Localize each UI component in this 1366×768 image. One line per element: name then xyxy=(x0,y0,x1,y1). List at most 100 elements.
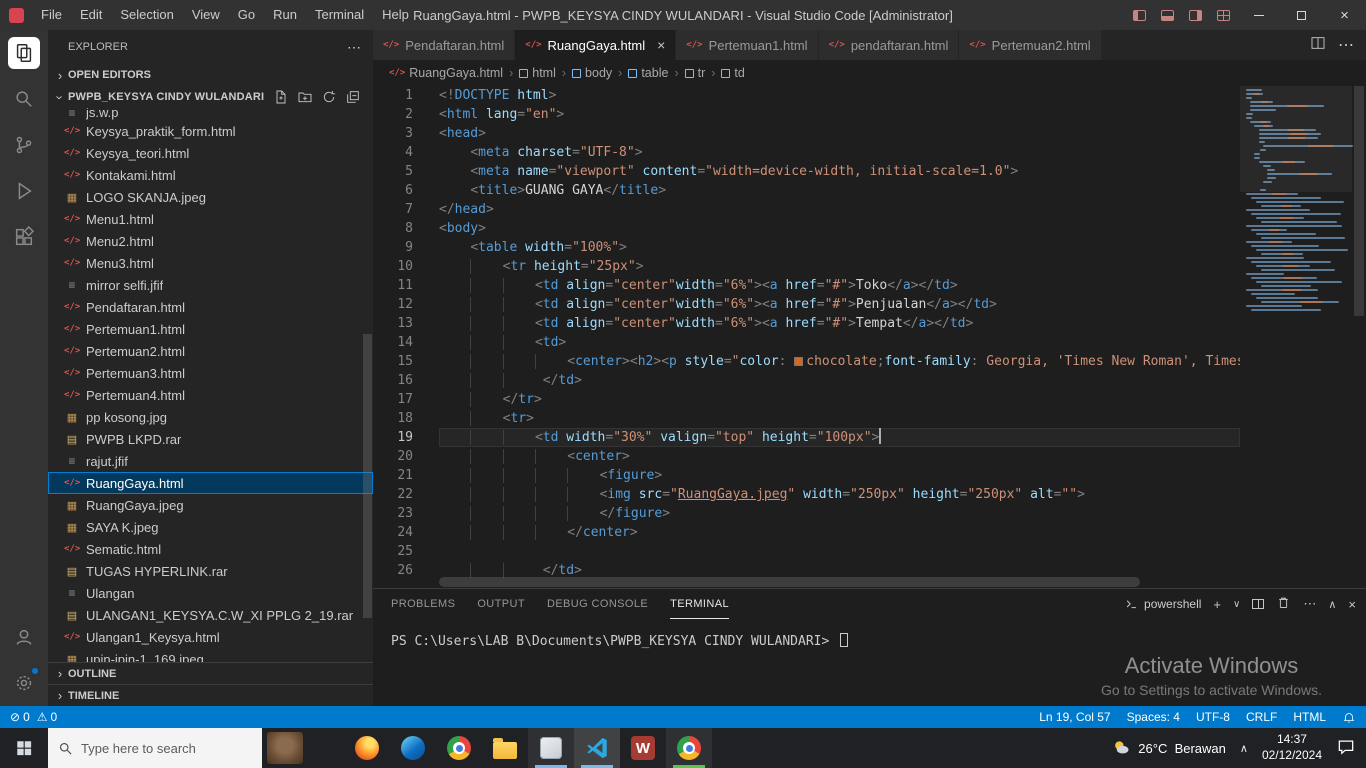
file-item[interactable]: ▦ upin-ipin-1_169.jpeg xyxy=(48,648,373,663)
activity-accounts-icon[interactable] xyxy=(0,614,48,660)
menu-file[interactable]: File xyxy=(32,0,71,30)
file-item[interactable]: </> Menu1.html xyxy=(48,208,373,230)
file-item[interactable]: ▦ SAYA K.jpeg xyxy=(48,516,373,538)
menu-selection[interactable]: Selection xyxy=(111,0,182,30)
close-button[interactable]: × xyxy=(1323,0,1366,30)
timeline-section[interactable]: › TIMELINE xyxy=(48,684,373,706)
problems-status[interactable]: ⊘ 0 ⚠ 0 xyxy=(10,710,57,724)
editor-tab[interactable]: </> RuangGaya.html × xyxy=(515,30,677,60)
taskbar-search[interactable] xyxy=(48,728,262,768)
file-item[interactable]: </> Pertemuan1.html xyxy=(48,318,373,340)
folder-header[interactable]: › PWPB_KEYSYA CINDY WULANDARI xyxy=(48,86,373,108)
editor-more-actions-icon[interactable]: ⋯ xyxy=(1338,35,1354,55)
encoding[interactable]: UTF-8 xyxy=(1196,710,1230,724)
file-item[interactable]: </> Menu2.html xyxy=(48,230,373,252)
panel-more-actions-icon[interactable]: ⋯ xyxy=(1303,596,1316,612)
file-item[interactable]: </> Pertemuan2.html xyxy=(48,340,373,362)
cursor-position[interactable]: Ln 19, Col 57 xyxy=(1039,710,1110,724)
minimize-button[interactable] xyxy=(1237,0,1280,30)
sidebar-scrollbar[interactable] xyxy=(363,334,372,619)
menu-edit[interactable]: Edit xyxy=(71,0,111,30)
menu-go[interactable]: Go xyxy=(229,0,264,30)
shell-selector[interactable]: powershell xyxy=(1124,597,1201,612)
minimap[interactable] xyxy=(1240,86,1353,588)
file-item[interactable]: ≡ mirror selfi.jfif xyxy=(48,274,373,296)
new-folder-icon[interactable] xyxy=(297,89,313,105)
eol-sequence[interactable]: CRLF xyxy=(1246,710,1277,724)
weather-widget[interactable]: 26°C Berawan xyxy=(1111,738,1226,758)
hidden-icons-chevron[interactable]: ∧ xyxy=(1240,742,1248,755)
breadcrumb-item[interactable]: </> RuangGaya.html xyxy=(389,66,503,80)
kill-terminal-icon[interactable] xyxy=(1276,595,1291,613)
chrome-icon[interactable] xyxy=(666,728,712,768)
terminal-dropdown-icon[interactable]: ∨ xyxy=(1233,599,1240,610)
panel-tab-debug-console[interactable]: DEBUG CONSOLE xyxy=(547,589,648,619)
file-item[interactable]: ▤ TUGAS HYPERLINK.rar xyxy=(48,560,373,582)
photos-icon[interactable] xyxy=(528,728,574,768)
notifications-bell-icon[interactable] xyxy=(1342,710,1356,725)
file-item[interactable]: </> RuangGaya.html xyxy=(48,472,373,494)
file-item[interactable]: ≡ Ulangan xyxy=(48,582,373,604)
breadcrumb-item[interactable]: td xyxy=(721,66,745,80)
file-item[interactable]: ≡ rajut.jfif xyxy=(48,450,373,472)
file-item[interactable]: </> Ulangan1_Keysya.html xyxy=(48,626,373,648)
editor-tab[interactable]: </> Pertemuan1.html xyxy=(676,30,819,60)
file-item[interactable]: </> Keysya_teori.html xyxy=(48,142,373,164)
editor-tab[interactable]: </> pendaftaran.html xyxy=(818,30,960,60)
code-lines[interactable]: <!DOCTYPE html> <html lang="en"> <head> <m… xyxy=(439,86,1240,588)
panel-tab-output[interactable]: OUTPUT xyxy=(477,589,525,619)
menu-help[interactable]: Help xyxy=(373,0,418,30)
menu-run[interactable]: Run xyxy=(264,0,306,30)
breadcrumb-item[interactable]: tr xyxy=(684,66,705,80)
firefox-icon[interactable] xyxy=(344,728,390,768)
file-item[interactable]: </> Kontakami.html xyxy=(48,164,373,186)
file-item[interactable]: ≡ js.w.p xyxy=(48,108,373,120)
activity-run-and-debug-icon[interactable] xyxy=(0,168,48,214)
split-editor-icon[interactable] xyxy=(1310,35,1326,56)
breadcrumb-item[interactable]: table xyxy=(628,66,668,80)
open-editors-section[interactable]: › OPEN EDITORS xyxy=(48,64,373,86)
file-explorer-icon[interactable] xyxy=(482,728,528,768)
panel-tab-terminal[interactable]: TERMINAL xyxy=(670,589,729,619)
file-item[interactable]: </> Pertemuan4.html xyxy=(48,384,373,406)
split-terminal-icon[interactable] xyxy=(1252,599,1265,609)
file-item[interactable]: </> Pendaftaran.html xyxy=(48,296,373,318)
indentation[interactable]: Spaces: 4 xyxy=(1127,710,1180,724)
maximize-panel-icon[interactable]: ∧ xyxy=(1328,598,1336,611)
new-file-icon[interactable] xyxy=(273,89,289,105)
file-item[interactable]: ▤ ULANGAN1_KEYSYA.C.W_XI PPLG 2_19.rar xyxy=(48,604,373,626)
restore-button[interactable] xyxy=(1280,0,1323,30)
breadcrumb-item[interactable]: html xyxy=(519,66,556,80)
terminal[interactable]: PS C:\Users\LAB B\Documents\PWPB_KEYSYA … xyxy=(373,619,1366,706)
file-item[interactable]: ▦ LOGO SKANJA.jpeg xyxy=(48,186,373,208)
breadcrumb-item[interactable]: body xyxy=(572,66,612,80)
toggle-panel-icon[interactable] xyxy=(1153,0,1181,30)
moose-image-icon[interactable] xyxy=(262,728,308,768)
editor-tab[interactable]: </> Pendaftaran.html xyxy=(373,30,516,60)
activity-source-control-icon[interactable] xyxy=(0,122,48,168)
menu-terminal[interactable]: Terminal xyxy=(306,0,373,30)
file-item[interactable]: </> Menu3.html xyxy=(48,252,373,274)
language-mode[interactable]: HTML xyxy=(1293,710,1326,724)
toggle-secondary-sidebar-icon[interactable] xyxy=(1181,0,1209,30)
collapse-folders-icon[interactable] xyxy=(345,89,361,105)
search-input[interactable] xyxy=(81,740,252,756)
file-item[interactable]: ▦ RuangGaya.jpeg xyxy=(48,494,373,516)
panel-tab-problems[interactable]: PROBLEMS xyxy=(391,589,455,619)
edge-icon[interactable] xyxy=(390,728,436,768)
vscode-icon[interactable] xyxy=(574,728,620,768)
explorer-more-actions-icon[interactable]: ⋯ xyxy=(347,39,361,56)
activity-search-icon[interactable] xyxy=(0,76,48,122)
vertical-scrollbar[interactable] xyxy=(1352,86,1366,588)
new-terminal-icon[interactable]: + xyxy=(1213,597,1221,612)
outline-section[interactable]: › OUTLINE xyxy=(48,662,373,684)
file-item[interactable]: </> Pertemuan3.html xyxy=(48,362,373,384)
word-icon[interactable]: W xyxy=(620,728,666,768)
menu-view[interactable]: View xyxy=(183,0,229,30)
code-editor[interactable]: 1 2 3 4 5 6 7 8 9 10 11 12 13 14 15 16 17 18 19 20 21 22 23 24 2… xyxy=(373,86,1366,588)
horizontal-scrollbar[interactable] xyxy=(439,577,1236,587)
activity-explorer-icon[interactable] xyxy=(0,30,48,76)
close-panel-icon[interactable]: × xyxy=(1348,597,1356,612)
file-item[interactable]: ▦ pp kosong.jpg xyxy=(48,406,373,428)
customize-layout-icon[interactable] xyxy=(1209,0,1237,30)
